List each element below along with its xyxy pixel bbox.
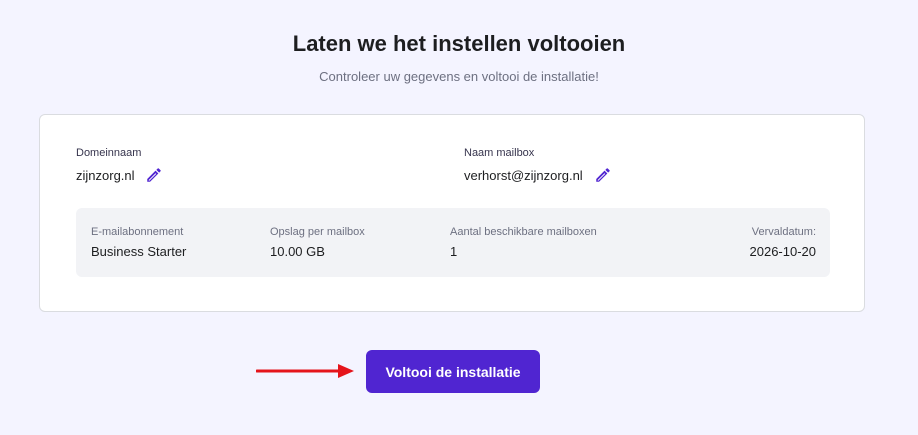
storage-label: Opslag per mailbox — [270, 226, 365, 238]
domain-value: zijnzorg.nl — [76, 168, 135, 183]
complete-installation-button[interactable]: Voltooi de installatie — [366, 350, 540, 393]
edit-mailbox-pencil-icon[interactable] — [594, 166, 612, 184]
subscription-details: E-mailabonnement Business Starter Opslag… — [76, 208, 830, 277]
mailbox-count-value: 1 — [450, 244, 458, 259]
expiry-label: Vervaldatum: — [751, 226, 816, 238]
red-arrow-icon — [255, 362, 356, 385]
page-subtitle: Controleer uw gegevens en voltooi de ins… — [319, 69, 599, 84]
plan-label: E-mailabonnement — [91, 226, 184, 238]
summary-card: Domeinnaam zijnzorg.nl Naam mailbox verh… — [39, 114, 865, 312]
mailbox-value: verhorst@zijnzorg.nl — [464, 168, 583, 183]
mailbox-count-label: Aantal beschikbare mailboxen — [450, 226, 597, 238]
page-title: Laten we het instellen voltooien — [292, 31, 626, 56]
domain-label: Domeinnaam — [76, 147, 142, 159]
edit-domain-pencil-icon[interactable] — [145, 166, 163, 184]
expiry-value: 2026-10-20 — [749, 244, 817, 259]
mailbox-label: Naam mailbox — [464, 147, 535, 159]
storage-value: 10.00 GB — [270, 244, 325, 259]
plan-value: Business Starter — [91, 244, 187, 259]
